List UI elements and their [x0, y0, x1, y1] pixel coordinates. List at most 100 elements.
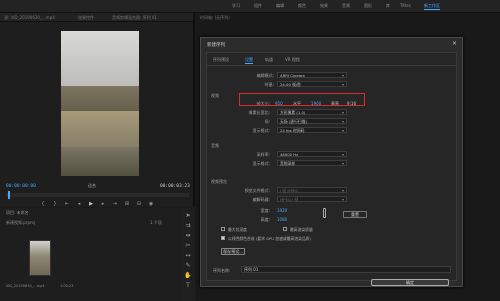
pixel-aspect-dropdown[interactable]: 方形像素 (1.0) ▾ — [277, 109, 347, 115]
workspace-tab-audio[interactable]: 音频 — [342, 3, 350, 9]
chevron-down-icon: ▾ — [341, 197, 344, 202]
workspace-tab-editing[interactable]: 编辑 — [276, 3, 284, 9]
workspace-tab-graphics[interactable]: 图形 — [364, 3, 372, 9]
go-to-in-icon[interactable]: ⇤ — [64, 201, 70, 207]
timecode-duration: 00:00:03:23 — [160, 184, 190, 189]
preview-file-dropdown: I 帧 MPEG ▾ — [277, 187, 347, 193]
mark-out-icon[interactable]: } — [52, 201, 58, 207]
workspace-bar: 学习 组件 编辑 颜色 效果 音频 图形 库 Titles 新工作区 — [0, 0, 500, 13]
tab-vr-video[interactable]: VR 视频 — [285, 57, 300, 63]
pen-tool-icon[interactable]: ✎ — [184, 262, 192, 270]
codec-dropdown: MPEG I 帧 ▾ — [277, 196, 347, 202]
source-tabbar: 源: VID_20190630_...mp4 效果控件 音频剪辑混合器: 序列 … — [0, 13, 193, 22]
close-icon[interactable]: × — [452, 40, 457, 47]
chevron-down-icon: ▾ — [341, 82, 344, 87]
transport-controls: { } ⇤ ◂ ▶ ▸ ⇥ ⊞ ⊟ ◉ — [40, 201, 160, 208]
item-count: 1 个项 — [150, 220, 162, 225]
tab-settings[interactable]: 设置 — [245, 57, 253, 64]
width-value[interactable]: 1920 — [277, 208, 287, 213]
go-to-out-icon[interactable]: ⇥ — [112, 201, 118, 207]
overwrite-icon[interactable]: ⊟ — [136, 201, 142, 207]
sequence-name-input[interactable]: 序列 01 — [241, 266, 451, 273]
source-scrubber[interactable] — [6, 191, 189, 199]
export-frame-icon[interactable]: ◉ — [148, 201, 154, 207]
ripple-edit-icon[interactable]: ⇹ — [184, 232, 192, 240]
fields-label: 场: — [264, 119, 270, 124]
timeline-tab[interactable]: 时间轴: (无序列) — [200, 15, 230, 21]
timebase-dropdown[interactable]: 24.00 帧/秒 ▾ — [277, 81, 347, 87]
source-monitor: 源: VID_20190630_...mp4 效果控件 音频剪辑混合器: 序列 … — [0, 13, 195, 207]
tab-sequence-presets[interactable]: 序列预设 — [213, 57, 229, 63]
chevron-down-icon: ▾ — [341, 73, 344, 78]
display-format-label: 显示格式: — [252, 128, 270, 133]
max-bit-depth-checkbox[interactable] — [221, 227, 225, 231]
reset-button[interactable]: 重置 — [343, 211, 367, 218]
height-value[interactable]: 1080 — [277, 217, 287, 222]
chevron-down-icon: ▾ — [341, 188, 344, 193]
sample-rate-label: 采样率: — [256, 152, 270, 157]
chevron-down-icon: ▾ — [341, 152, 344, 157]
slip-tool-icon[interactable]: ↔ — [184, 252, 192, 260]
fit-dropdown[interactable]: 适合 — [88, 183, 96, 189]
play-icon[interactable]: ▶ — [88, 201, 94, 207]
type-tool-icon[interactable]: T — [184, 282, 192, 290]
save-preset-button[interactable]: 保存预设... — [221, 248, 245, 255]
clip-thumbnail[interactable] — [29, 240, 51, 276]
workspace-tab-color[interactable]: 颜色 — [298, 3, 306, 9]
chevron-down-icon: ▾ — [341, 110, 344, 115]
clip-duration: 1:00:23 — [60, 284, 74, 288]
new-sequence-dialog: 新建序列 × 序列预设 设置 轨道 VR 视频 编辑模式: ARRI Cinem… — [200, 37, 463, 287]
audio-section-label: 音频 — [211, 143, 219, 148]
chevron-down-icon: ▾ — [341, 161, 344, 166]
project-panel: 项目: 未命名 新建视频.prproj 1 个项 VID_20190630_..… — [0, 208, 180, 301]
step-forward-icon[interactable]: ▸ — [100, 201, 106, 207]
display-format-dropdown[interactable]: 24 fps 时间码 ▾ — [277, 127, 347, 133]
workspace-tab-titles[interactable]: Titles — [400, 3, 411, 8]
max-bit-depth-label: 最大位深度 — [228, 227, 247, 232]
max-render-quality-label: 最高渲染质量 — [290, 227, 313, 232]
timebase-label: 时基: — [264, 82, 274, 87]
mark-in-icon[interactable]: { — [40, 201, 46, 207]
hand-tool-icon[interactable]: ✋ — [184, 272, 192, 280]
workspace-tab-assembly[interactable]: 组件 — [254, 3, 262, 9]
workspace-tab-libraries[interactable]: 库 — [386, 3, 390, 9]
project-file-name: 新建视频.prproj — [6, 220, 36, 225]
height-label: 高度: — [260, 217, 270, 222]
tab-audio-mixer[interactable]: 音频剪辑混合器: 序列 01 — [112, 15, 157, 21]
workspace-tab-effects[interactable]: 效果 — [320, 3, 328, 9]
pixel-aspect-label: 像素长宽比: — [248, 110, 270, 115]
preview-file-label: 预览文件格式: — [244, 188, 270, 193]
fields-dropdown[interactable]: 无场 (逐行扫描) ▾ — [277, 118, 347, 124]
chevron-down-icon: ▾ — [341, 119, 344, 124]
frame-size-highlight — [239, 93, 365, 106]
audio-display-label: 显示格式: — [252, 161, 270, 166]
edit-mode-label: 编辑模式: — [256, 73, 274, 78]
project-tab[interactable]: 项目: 未命名 — [6, 210, 29, 216]
selection-tool-icon[interactable]: ➤ — [184, 212, 192, 220]
dialog-body: 序列预设 设置 轨道 VR 视频 编辑模式: ARRI Cinema ▾ 时基: … — [206, 52, 457, 281]
track-select-icon[interactable]: ⇉ — [184, 222, 192, 230]
link-icon[interactable] — [323, 208, 326, 218]
tab-source[interactable]: 源: VID_20190630_...mp4 — [4, 15, 55, 21]
audio-display-dropdown[interactable]: 音频采样 ▾ — [277, 160, 347, 166]
edit-mode-dropdown[interactable]: ARRI Cinema ▾ — [277, 72, 347, 78]
tools-panel: ➤ ⇉ ⇹ ✂ ↔ ✎ ✋ T — [181, 208, 195, 301]
dialog-title: 新建序列 — [207, 43, 225, 48]
sample-rate-dropdown[interactable]: 48000 Hz ▾ — [277, 151, 347, 157]
sequence-name-label: 序列名称: — [213, 268, 231, 273]
codec-label: 编解码器: — [252, 197, 270, 202]
video-preview — [61, 31, 139, 176]
tab-tracks[interactable]: 轨道 — [265, 57, 273, 63]
ok-button[interactable]: 确定 — [371, 279, 449, 286]
insert-icon[interactable]: ⊞ — [124, 201, 130, 207]
step-back-icon[interactable]: ◂ — [76, 201, 82, 207]
tab-effect-controls[interactable]: 效果控件 — [78, 15, 94, 21]
razor-tool-icon[interactable]: ✂ — [184, 242, 192, 250]
linear-color-checkbox[interactable] — [221, 236, 225, 240]
workspace-tab-learn[interactable]: 学习 — [232, 3, 240, 9]
max-render-quality-checkbox[interactable] — [283, 227, 287, 231]
workspace-tab-new[interactable]: 新工作区 — [424, 3, 440, 10]
playhead[interactable] — [8, 191, 10, 199]
timecode-current[interactable]: 00:00:00:00 — [6, 184, 36, 189]
linear-color-label: 以线性颜色合成 (要求 GPU 加速或最高渲染品质) — [228, 236, 311, 241]
